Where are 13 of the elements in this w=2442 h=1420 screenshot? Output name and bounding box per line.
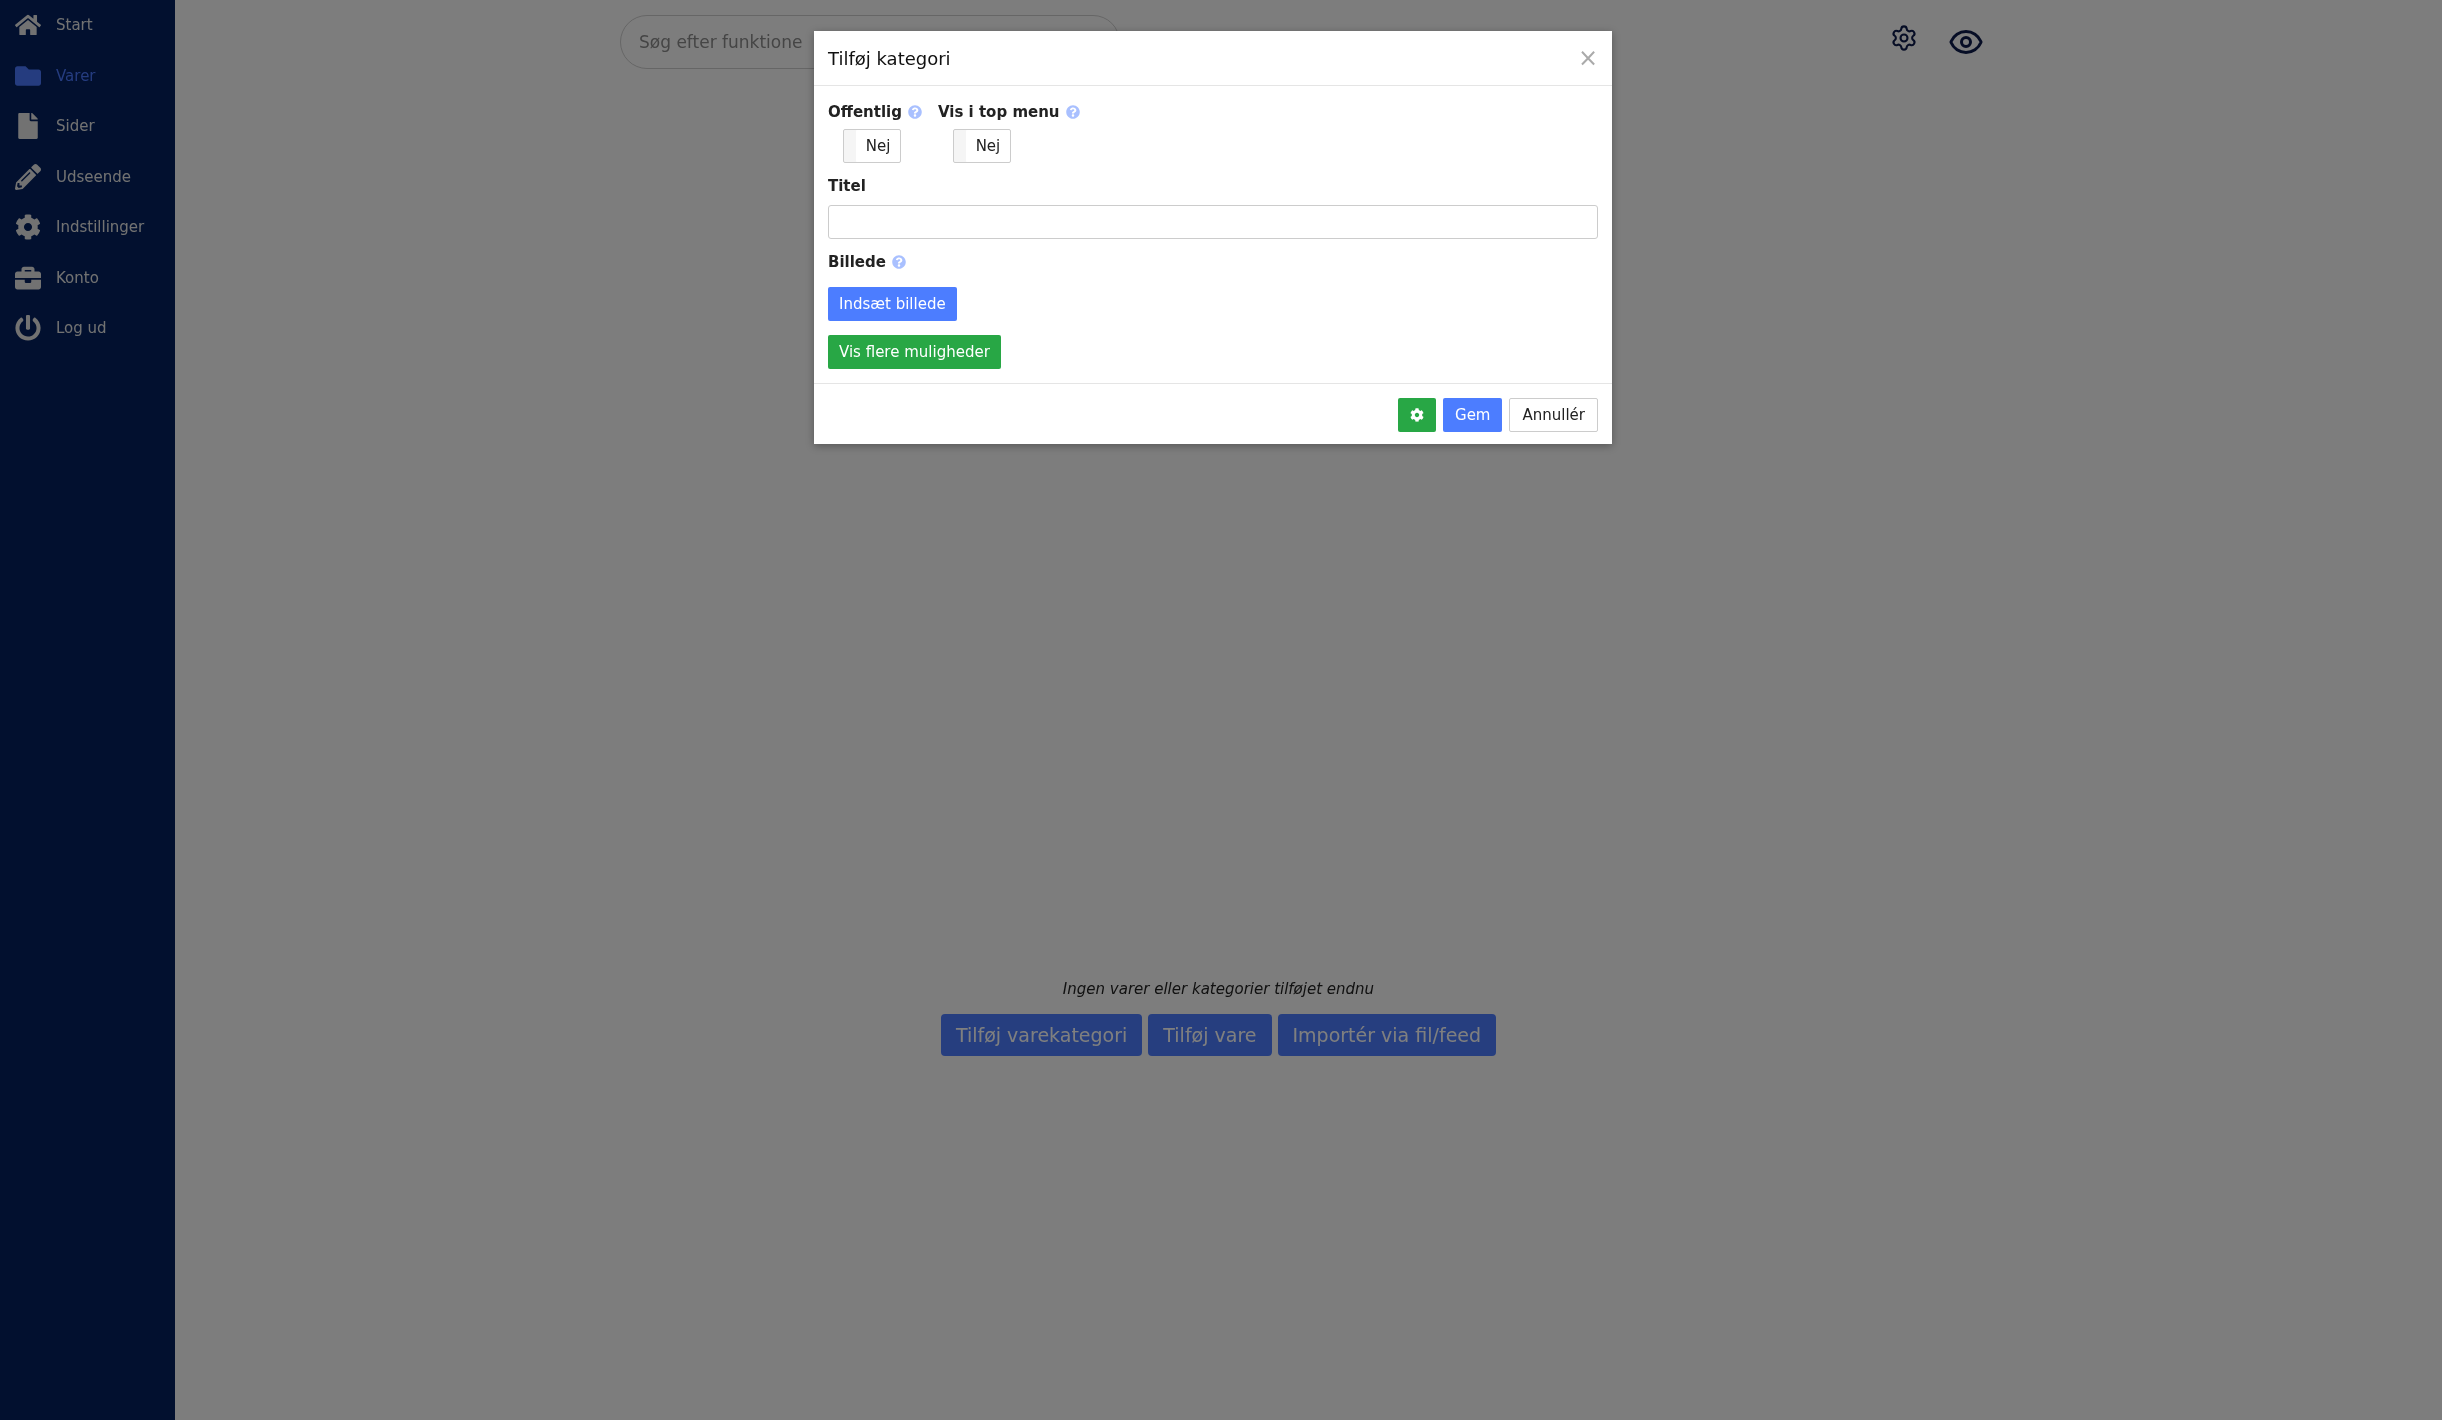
empty-message: Ingen varer eller kategorier tilføjet endnu xyxy=(1061,980,1376,998)
sidebar-label: Varer xyxy=(56,66,96,85)
sidebar-label: Indstillinger xyxy=(56,218,145,237)
sidebar-label: Udseende xyxy=(56,167,132,186)
sidebar-label: Start xyxy=(56,16,93,35)
field-label: Vis i top menu xyxy=(937,103,1060,121)
sidebar-label: Log ud xyxy=(56,319,107,338)
field-label: Billede xyxy=(828,253,886,271)
sidebar-label: Konto xyxy=(56,268,99,287)
field-label: Titel xyxy=(828,177,866,195)
field-label: Offentlig xyxy=(828,103,902,121)
dialog-title: Tilføj kategori xyxy=(828,47,951,69)
sidebar-label: Sider xyxy=(56,117,95,136)
